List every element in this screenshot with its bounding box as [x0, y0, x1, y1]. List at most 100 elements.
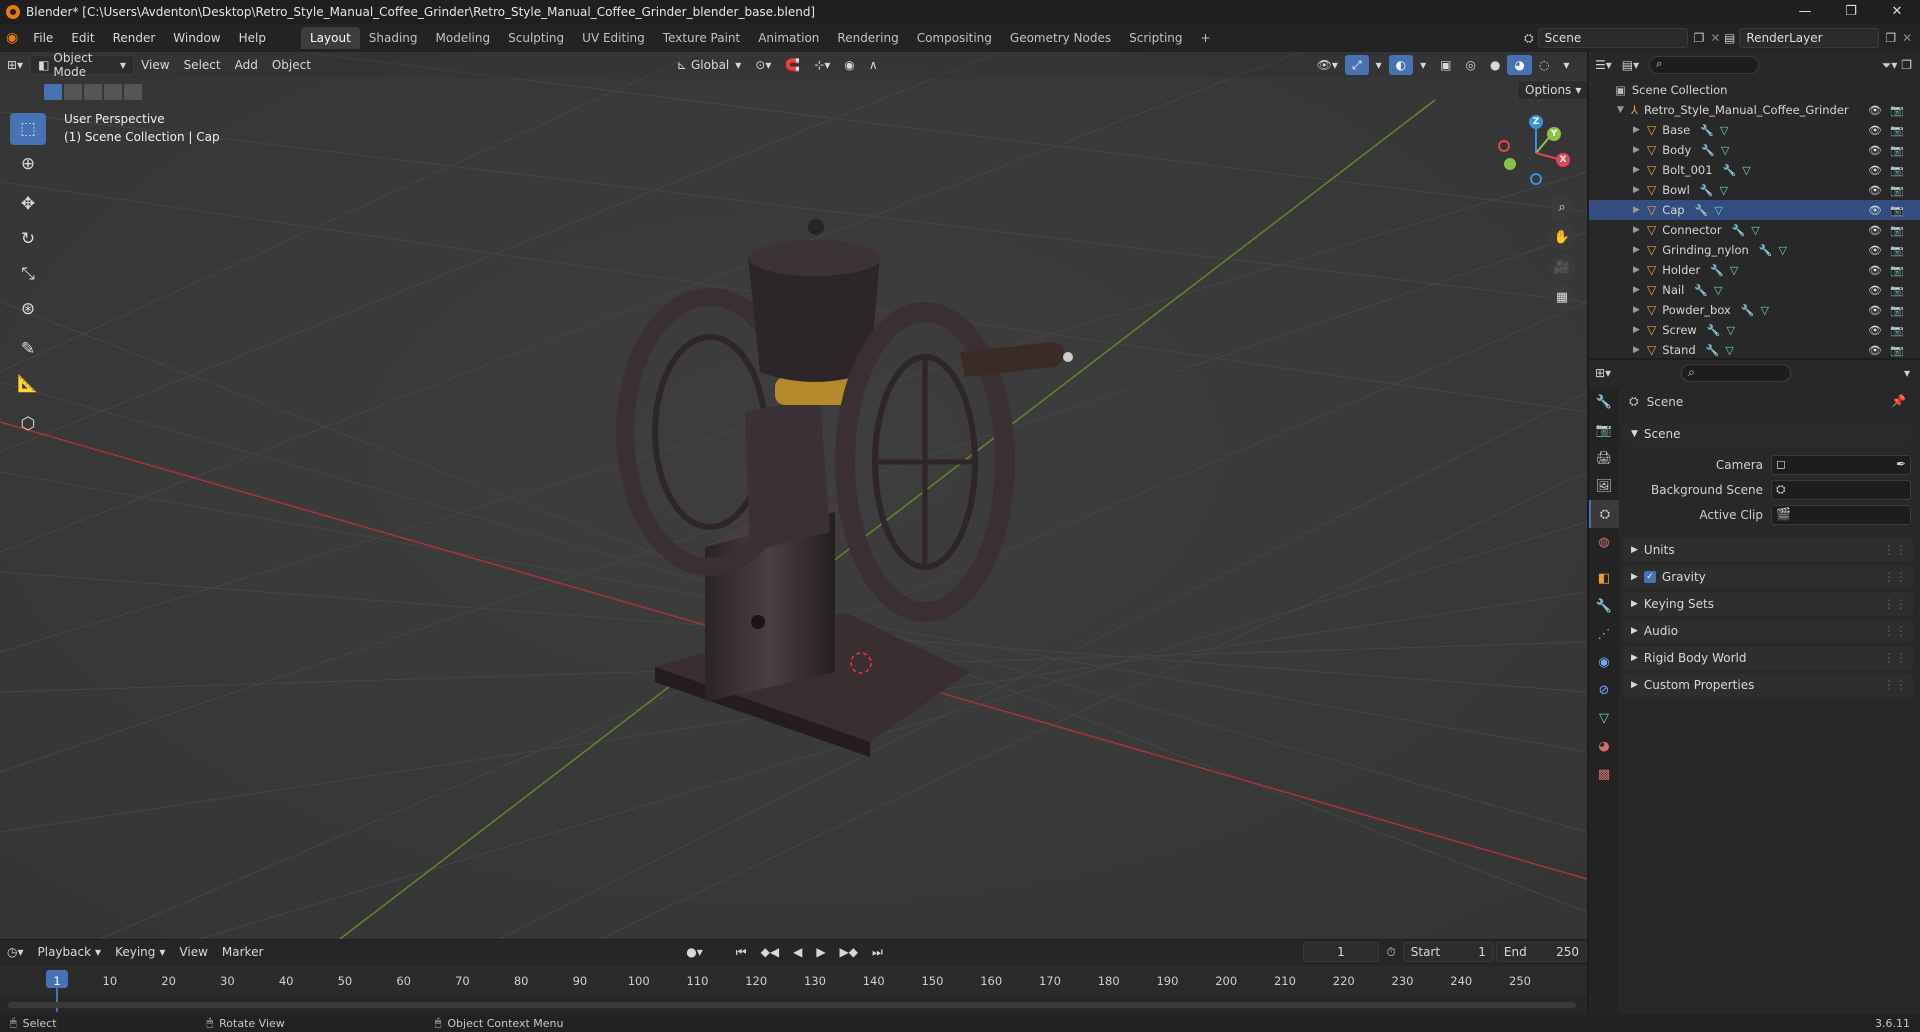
modifier-icon[interactable]: 🔧	[1695, 204, 1709, 217]
wireframe-shading-icon[interactable]: ◎	[1458, 55, 1482, 75]
frame-ruler[interactable]: 1 10 20 30 40 50 60 70 80 90 100 110 120 130 140 150 160…	[0, 966, 1587, 1012]
pin-icon[interactable]: 📌	[1891, 394, 1906, 408]
view-layer-tab-icon[interactable]: 🖼	[1589, 472, 1619, 500]
mesh-data-icon[interactable]: ▽	[1751, 224, 1759, 237]
visibility-eye-icon[interactable]: 👁	[1868, 284, 1882, 297]
navigation-gizmo[interactable]: Z Y X	[1496, 108, 1576, 188]
new-scene-icon[interactable]: ❐	[1694, 31, 1705, 45]
outliner-row-holder[interactable]: ▶ ▽ Holder 🔧 ▽ 👁 📷	[1589, 260, 1920, 280]
outliner-row-body[interactable]: ▶ ▽ Body 🔧 ▽ 👁 📷	[1589, 140, 1920, 160]
material-shading-icon[interactable]: ◕	[1507, 55, 1532, 75]
shading-dropdown-icon[interactable]: ▾	[1556, 55, 1576, 75]
expand-icon[interactable]: ▶	[1633, 265, 1643, 275]
mesh-data-icon[interactable]: ▽	[1761, 304, 1769, 317]
world-tab-icon[interactable]: ◍	[1589, 528, 1619, 556]
visibility-eye-icon[interactable]: 👁	[1868, 304, 1882, 317]
visibility-eye-icon[interactable]: 👁	[1868, 344, 1882, 357]
visibility-eye-icon[interactable]: 👁	[1868, 204, 1882, 217]
play-reverse-button[interactable]: ◀	[786, 942, 809, 962]
snap-icon[interactable]: 🧲	[778, 55, 807, 75]
menu-help[interactable]: Help	[230, 31, 275, 45]
select-box-tool[interactable]: ⬚	[10, 113, 46, 145]
move-tool[interactable]: ✥	[10, 188, 46, 220]
prev-keyframe-button[interactable]: ◆◀	[754, 942, 786, 962]
tab-layout[interactable]: Layout	[300, 27, 360, 49]
outliner-row-grinding-nylon[interactable]: ▶ ▽ Grinding_nylon 🔧 ▽ 👁 📷	[1589, 240, 1920, 260]
expand-icon[interactable]: ▶	[1633, 225, 1643, 235]
perspective-toggle-icon[interactable]: ▦	[1549, 284, 1575, 310]
modifier-icon[interactable]: 🔧	[1723, 164, 1737, 177]
tab-modeling[interactable]: Modeling	[427, 27, 500, 49]
proportional-edit-icon[interactable]: ◉	[837, 55, 861, 75]
particles-tab-icon[interactable]: ⋰	[1589, 620, 1619, 648]
expand-icon[interactable]: ▶	[1633, 325, 1643, 335]
snap-target-icon[interactable]: ⊹▾	[807, 55, 837, 75]
overlay-toggle-icon[interactable]: ◐	[1388, 55, 1414, 75]
expand-icon[interactable]: ▶	[1633, 165, 1643, 175]
gizmo-y-axis[interactable]: Y	[1547, 127, 1561, 141]
render-camera-icon[interactable]: 📷	[1890, 184, 1904, 197]
timeline-editor-type-icon[interactable]: ◷▾	[0, 942, 31, 962]
mesh-data-icon[interactable]: ▽	[1720, 124, 1728, 137]
tab-texture-paint[interactable]: Texture Paint	[654, 27, 749, 49]
zoom-icon[interactable]: ⌕	[1549, 194, 1575, 220]
tool-tab-icon[interactable]: 🔧	[1589, 388, 1619, 416]
editor-type-icon[interactable]: ⊞▾	[0, 55, 30, 75]
expand-icon[interactable]: ▶	[1633, 285, 1643, 295]
outliner-search-input[interactable]: ⌕	[1649, 56, 1760, 74]
collection-row[interactable]: ▼ ⅄ Retro_Style_Manual_Coffee_Grinder 👁 …	[1589, 100, 1920, 120]
modifier-icon[interactable]: 🔧	[1732, 224, 1746, 237]
add-cube-tool[interactable]: ⬡	[10, 408, 46, 440]
visibility-eye-icon[interactable]: 👁	[1868, 324, 1882, 337]
gizmo-z-axis[interactable]: Z	[1529, 115, 1543, 129]
output-tab-icon[interactable]: 🖨	[1589, 444, 1619, 472]
gravity-checkbox[interactable]: ✓	[1643, 571, 1656, 583]
visibility-eye-icon[interactable]: 👁	[1868, 104, 1882, 117]
subpanel-units[interactable]: ▶ Units ⋮⋮	[1623, 538, 1913, 562]
rotate-tool[interactable]: ↻	[10, 223, 46, 255]
filter-icon[interactable]: ⏷▾ ❐	[1882, 58, 1912, 73]
render-camera-icon[interactable]: 📷	[1890, 164, 1904, 177]
measure-tool[interactable]: 📐	[10, 368, 46, 400]
timeline-scrollbar[interactable]	[8, 1002, 1576, 1008]
eyedropper-icon[interactable]: ✒	[1896, 457, 1906, 471]
outliner-row-connector[interactable]: ▶ ▽ Connector 🔧 ▽ 👁 📷	[1589, 220, 1920, 240]
view-layer-selector[interactable]: RenderLayer	[1739, 28, 1880, 48]
jump-start-button[interactable]: ⏮	[729, 942, 754, 962]
constraints-tab-icon[interactable]: ⊘	[1589, 676, 1619, 704]
subpanel-keying-sets[interactable]: ▶ Keying Sets ⋮⋮	[1623, 592, 1913, 616]
scene-collection-row[interactable]: ▣ Scene Collection	[1589, 80, 1920, 100]
render-camera-icon[interactable]: 📷	[1890, 104, 1904, 117]
expand-icon[interactable]: ▶	[1633, 205, 1643, 215]
mode-dropdown[interactable]: ◧ Object Mode ▾	[30, 52, 135, 79]
mesh-data-icon[interactable]: ▽	[1719, 184, 1727, 197]
render-tab-icon[interactable]: 📷	[1589, 416, 1619, 444]
tab-geometry-nodes[interactable]: Geometry Nodes	[1001, 27, 1120, 49]
properties-editor-type-icon[interactable]: ⊞▾	[1595, 366, 1611, 380]
visibility-icon[interactable]: 👁▾	[1310, 55, 1345, 75]
mesh-data-icon[interactable]: ▽	[1714, 204, 1722, 217]
mesh-data-icon[interactable]: ▽	[1730, 264, 1738, 277]
render-camera-icon[interactable]: 📷	[1890, 264, 1904, 277]
menu-add[interactable]: Add	[228, 55, 265, 75]
drag-handle-icon[interactable]: ⋮⋮	[1883, 543, 1907, 557]
end-frame-field[interactable]: End 250	[1495, 942, 1587, 962]
menu-window[interactable]: Window	[164, 31, 229, 45]
expand-icon[interactable]: ▶	[1633, 305, 1643, 315]
menu-keying[interactable]: Keying ▾	[108, 942, 172, 962]
active-clip-field[interactable]: 🎬	[1771, 505, 1911, 525]
gizmo-toggle-icon[interactable]: ⤢	[1344, 55, 1369, 75]
render-camera-icon[interactable]: 📷	[1890, 204, 1904, 217]
pan-hand-icon[interactable]: ✋	[1549, 224, 1575, 250]
current-frame-field[interactable]: 1	[1302, 942, 1380, 962]
outliner-row-base[interactable]: ▶ ▽ Base 🔧 ▽ 👁 📷	[1589, 120, 1920, 140]
visibility-eye-icon[interactable]: 👁	[1868, 244, 1882, 257]
visibility-eye-icon[interactable]: 👁	[1868, 124, 1882, 137]
visibility-eye-icon[interactable]: 👁	[1868, 224, 1882, 237]
subpanel-audio[interactable]: ▶ Audio ⋮⋮	[1623, 619, 1913, 643]
camera-field[interactable]: ◻ ✒	[1771, 455, 1911, 475]
modifier-icon[interactable]: 🔧	[1700, 184, 1714, 197]
xray-icon[interactable]: ▣	[1433, 55, 1458, 75]
modifier-icon[interactable]: 🔧	[1710, 264, 1724, 277]
mesh-data-icon[interactable]: ▽	[1725, 344, 1733, 357]
